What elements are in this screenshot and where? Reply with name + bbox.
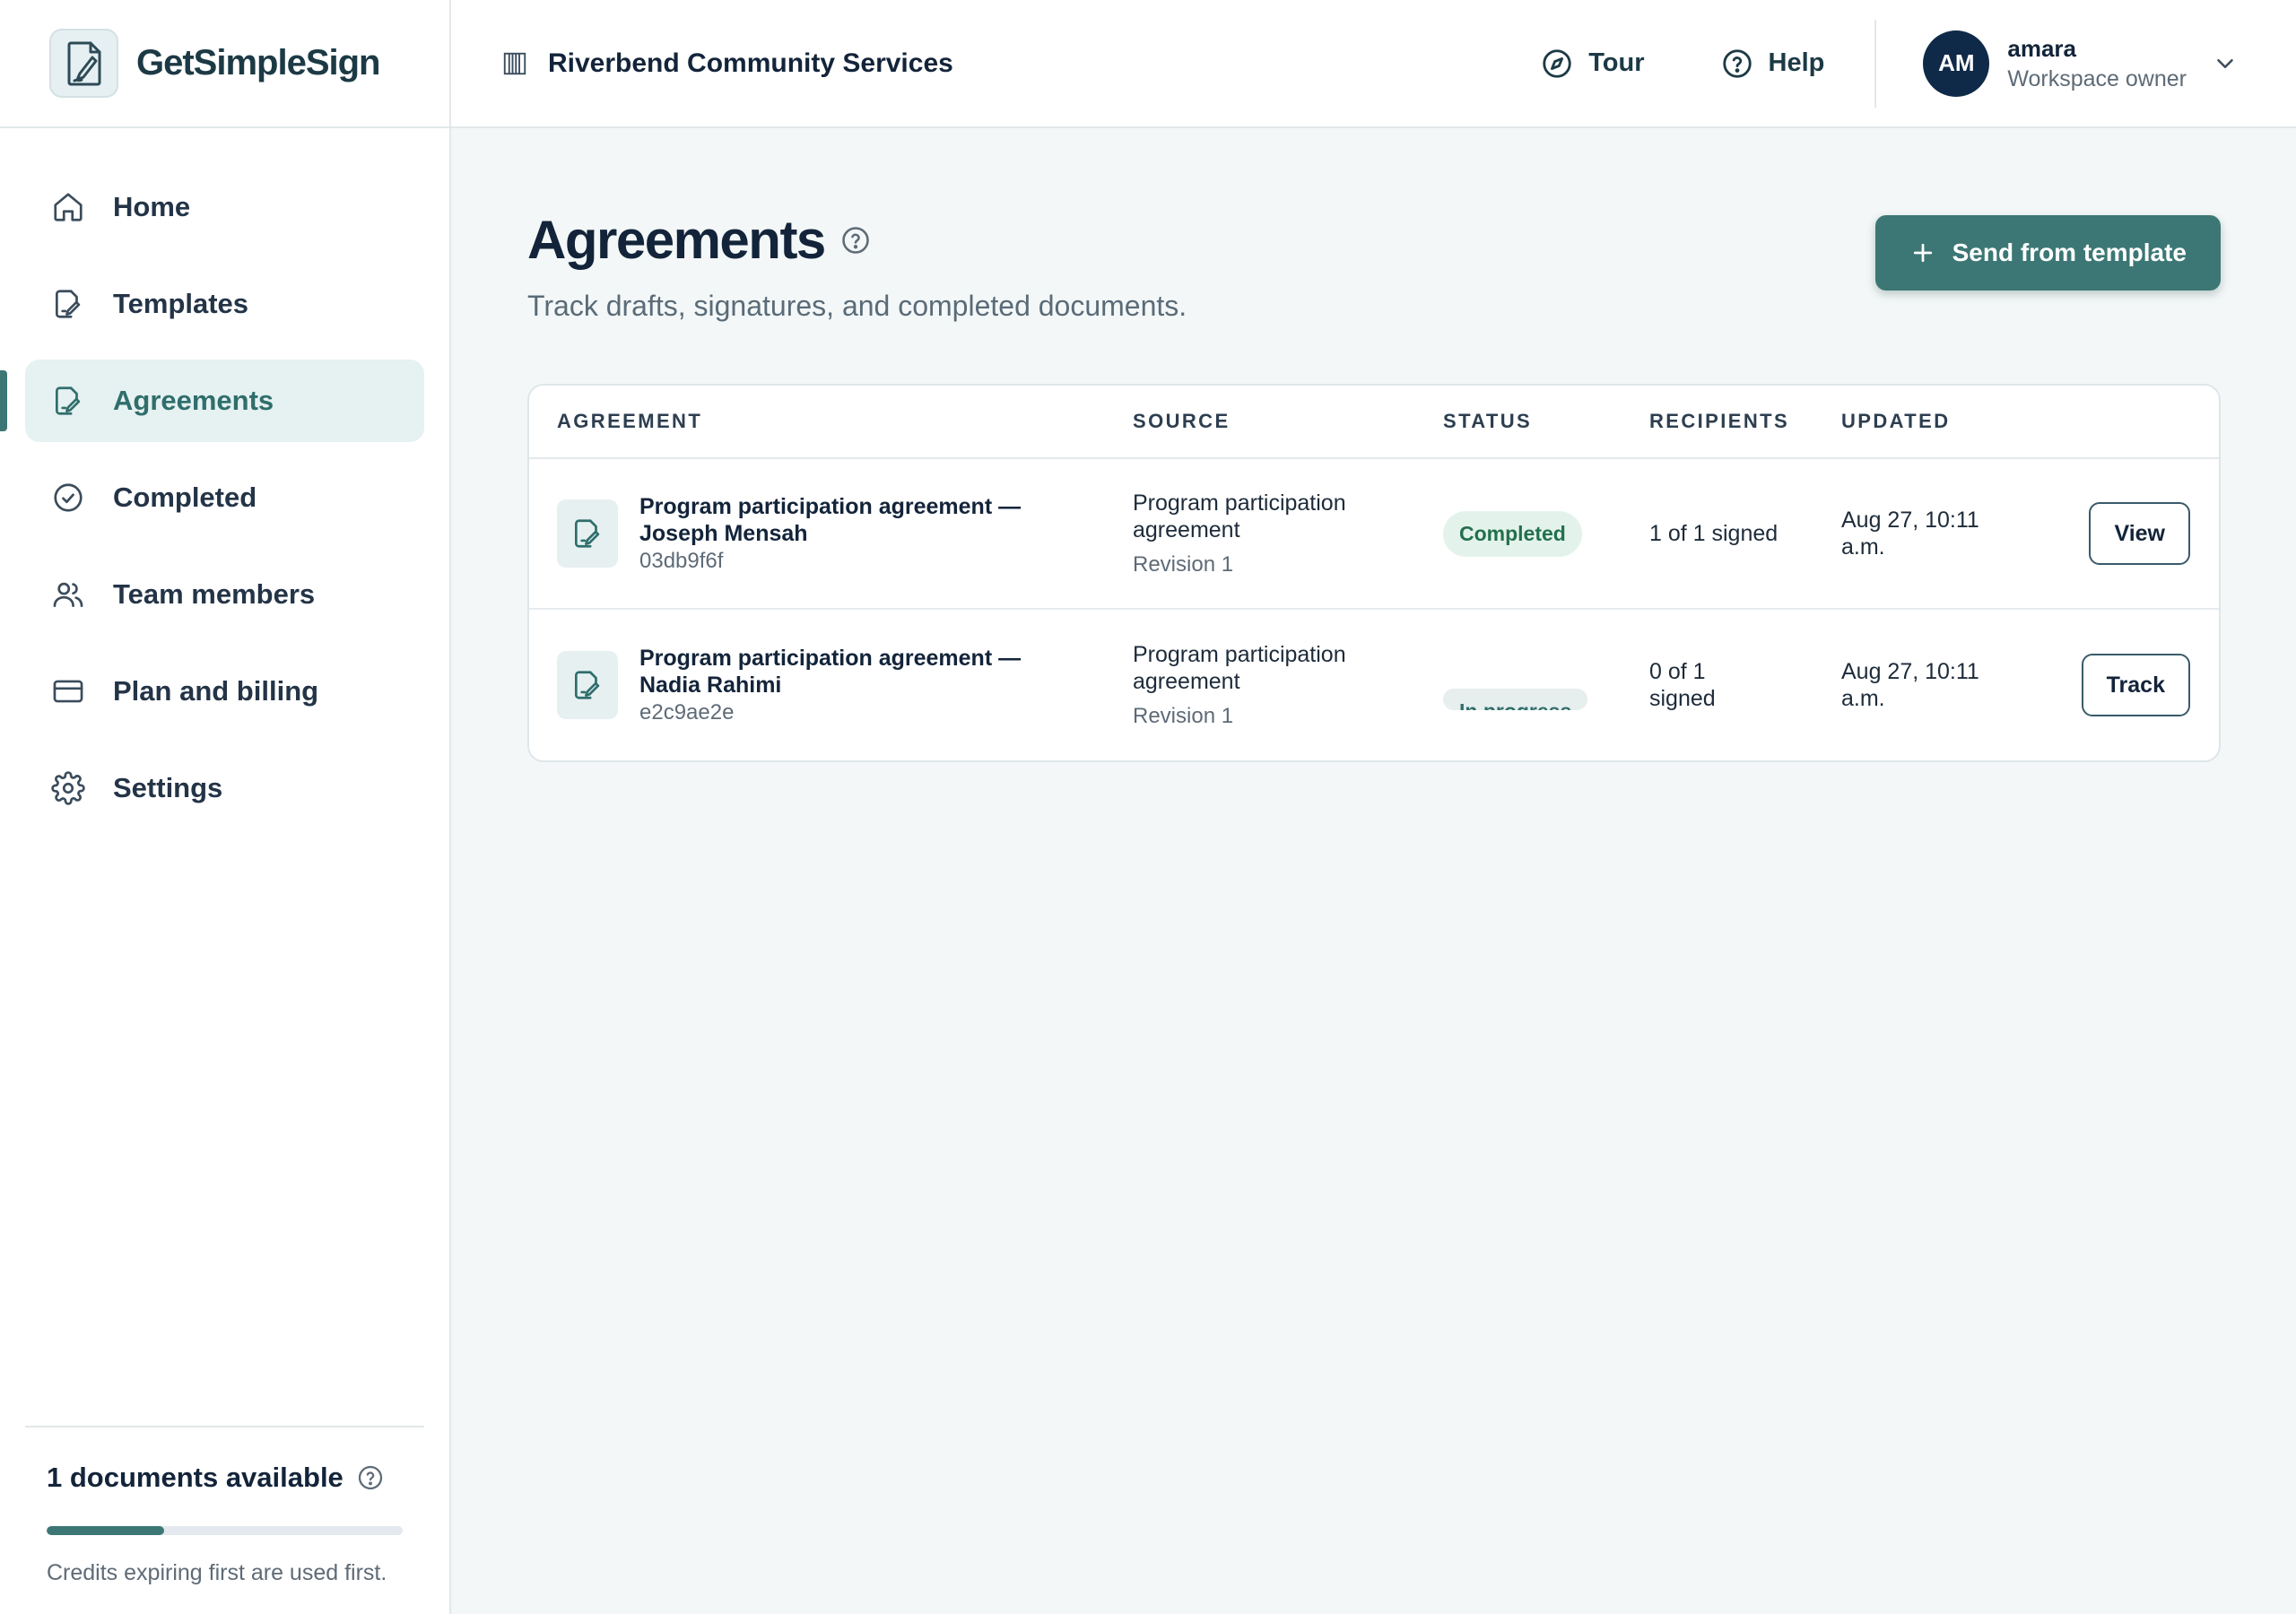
help-label: Help xyxy=(1768,48,1825,77)
check-circle-icon xyxy=(50,480,86,516)
source-name: Program participation agreement xyxy=(1133,490,1346,542)
tour-button[interactable]: Tour xyxy=(1540,47,1645,81)
send-from-template-label: Send from template xyxy=(1952,239,2187,266)
help-circle-icon xyxy=(1720,47,1754,81)
status-badge: In progress xyxy=(1443,688,1588,710)
column-header-source[interactable]: SOURCE xyxy=(1133,410,1443,433)
sidebar: GetSimpleSign Home Templates Agreements xyxy=(0,0,451,1614)
send-from-template-button[interactable]: Send from template xyxy=(1874,215,2221,291)
track-button[interactable]: Track xyxy=(2081,654,2190,716)
help-circle-icon[interactable] xyxy=(839,224,872,256)
sidebar-item-label: Templates xyxy=(113,288,249,319)
avatar: AM xyxy=(1923,30,1990,97)
logo-icon xyxy=(49,29,118,98)
header-divider xyxy=(1874,19,1877,108)
compass-icon xyxy=(1540,47,1574,81)
agreement-title[interactable]: Program participation agreement — Joseph… xyxy=(639,493,1061,547)
user-name: amara xyxy=(2007,34,2076,62)
credits-note: Credits expiring first are used first. xyxy=(47,1560,387,1585)
help-button[interactable]: Help xyxy=(1720,47,1825,81)
status-badge: Completed xyxy=(1443,510,1582,557)
home-icon xyxy=(50,189,86,225)
credits-progress-fill xyxy=(47,1526,164,1535)
updated-time: Aug 27, 10:11 a.m. xyxy=(1841,508,1979,560)
table-row[interactable]: Program participation agreement — Nadia … xyxy=(529,610,2219,760)
main-content: Agreements Track drafts, signatures, and… xyxy=(451,128,2296,1614)
sidebar-item-plan-and-billing[interactable]: Plan and billing xyxy=(25,650,424,733)
table-row[interactable]: Program participation agreement — Joseph… xyxy=(529,459,2219,610)
source-name: Program participation agreement xyxy=(1133,642,1346,694)
agreement-id: e2c9ae2e xyxy=(639,700,735,725)
agreements-table: AGREEMENT SOURCE STATUS RECIPIENTS UPDAT… xyxy=(527,384,2221,762)
gear-icon xyxy=(50,770,86,806)
sidebar-item-label: Home xyxy=(113,191,191,222)
page-title: Agreements xyxy=(527,210,826,270)
sidebar-nav: Home Templates Agreements Completed Team… xyxy=(0,166,449,829)
agreement-id: 03db9f6f xyxy=(639,549,724,573)
brand[interactable]: GetSimpleSign xyxy=(0,0,449,128)
building-icon xyxy=(501,50,528,77)
sidebar-item-settings[interactable]: Settings xyxy=(25,747,424,829)
column-header-recipients[interactable]: RECIPIENTS xyxy=(1649,410,1841,433)
sidebar-item-label: Team members xyxy=(113,578,316,610)
column-header-agreement[interactable]: AGREEMENT xyxy=(529,410,1133,433)
view-button[interactable]: View xyxy=(2089,502,2190,565)
top-header: Riverbend Community Services Tour Help A… xyxy=(451,0,2296,128)
sidebar-item-label: Settings xyxy=(113,772,223,803)
recipients-count: 1 of 1 signed xyxy=(1649,521,1779,546)
credits-progress-bar xyxy=(47,1526,403,1535)
sidebar-item-agreements[interactable]: Agreements xyxy=(0,360,424,442)
user-menu[interactable]: AM amara Workspace owner xyxy=(1923,30,2239,97)
source-revision: Revision 1 xyxy=(1133,704,1234,728)
org-name: Riverbend Community Services xyxy=(548,48,953,78)
document-sign-icon xyxy=(557,499,618,568)
user-role: Workspace owner xyxy=(2007,65,2187,91)
help-circle-icon[interactable] xyxy=(356,1463,385,1492)
tour-label: Tour xyxy=(1588,48,1645,77)
sidebar-item-label: Plan and billing xyxy=(113,675,319,707)
page-subtitle: Track drafts, signatures, and completed … xyxy=(527,290,1187,322)
sidebar-item-templates[interactable]: Templates xyxy=(25,263,424,345)
updated-time: Aug 27, 10:11 a.m. xyxy=(1841,659,1979,711)
credit-card-icon xyxy=(50,673,86,709)
org-selector[interactable]: Riverbend Community Services xyxy=(501,48,953,79)
credits-title: 1 documents available xyxy=(47,1462,344,1493)
sidebar-item-label: Completed xyxy=(113,482,257,513)
column-header-updated[interactable]: UPDATED xyxy=(1841,410,2021,433)
sidebar-item-label: Agreements xyxy=(113,385,274,416)
credits-panel: 1 documents available Credits expiring f… xyxy=(25,1426,424,1586)
document-sign-icon xyxy=(557,651,618,719)
source-revision: Revision 1 xyxy=(1133,552,1234,577)
app-root: GetSimpleSign Home Templates Agreements xyxy=(0,0,2296,1614)
template-icon xyxy=(50,286,86,322)
column-header-status[interactable]: STATUS xyxy=(1443,410,1649,433)
sidebar-item-team-members[interactable]: Team members xyxy=(25,553,424,636)
sidebar-item-completed[interactable]: Completed xyxy=(25,456,424,539)
sidebar-item-home[interactable]: Home xyxy=(25,166,424,248)
table-header: AGREEMENT SOURCE STATUS RECIPIENTS UPDAT… xyxy=(529,386,2219,459)
chevron-down-icon xyxy=(2212,50,2239,77)
recipients-count: 0 of 1 signed xyxy=(1649,659,1716,711)
agreement-title[interactable]: Program participation agreement — Nadia … xyxy=(639,645,1061,699)
plus-icon xyxy=(1909,239,1936,266)
users-icon xyxy=(50,577,86,612)
agreement-icon xyxy=(50,383,86,419)
brand-name: GetSimpleSign xyxy=(136,43,380,82)
